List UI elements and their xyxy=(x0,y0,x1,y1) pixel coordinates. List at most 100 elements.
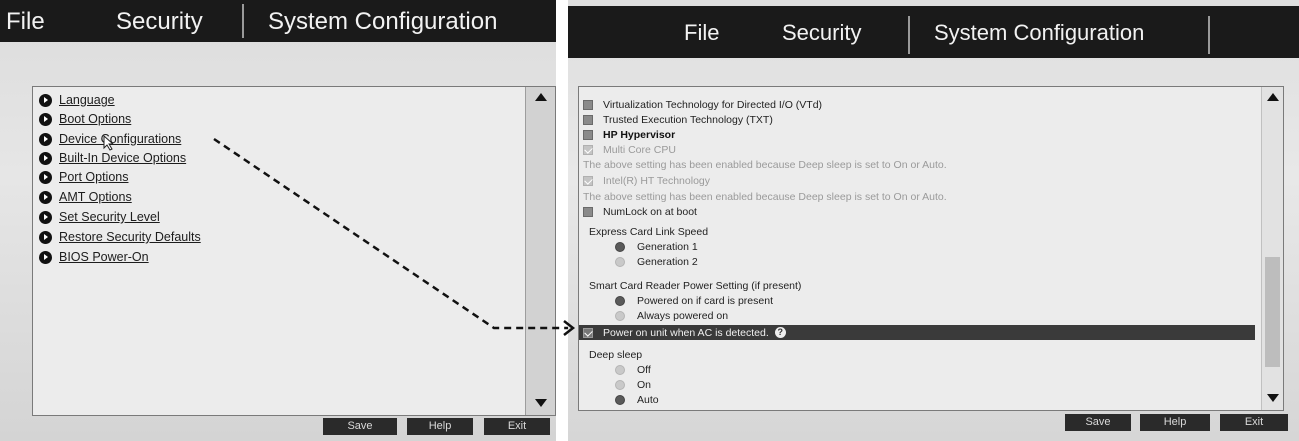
option-label[interactable]: AMT Options xyxy=(59,190,132,204)
radio-unselected[interactable] xyxy=(615,256,625,267)
scroll-down-icon[interactable] xyxy=(534,399,547,407)
bullet-arrow-icon xyxy=(39,250,52,264)
scroll-thumb[interactable] xyxy=(1265,257,1280,367)
checkbox-checked xyxy=(583,144,593,155)
help-button[interactable]: Help xyxy=(1140,414,1210,431)
setting-label: Trusted Execution Technology (TXT) xyxy=(603,113,773,126)
left-menu-bar: File Security System Configuration xyxy=(0,0,556,42)
save-button[interactable]: Save xyxy=(1065,414,1131,431)
express-card-heading: Express Card Link Speed xyxy=(589,224,1257,239)
heading-text: Smart Card Reader Power Setting (if pres… xyxy=(589,279,802,292)
menu-file[interactable]: File xyxy=(6,8,45,36)
checkbox[interactable] xyxy=(583,206,593,217)
option-label[interactable]: Set Security Level xyxy=(59,210,160,224)
scroll-up-icon[interactable] xyxy=(534,93,547,101)
option-built-in-device-options[interactable]: Built-In Device Options xyxy=(39,149,186,167)
bullet-arrow-icon xyxy=(39,93,52,107)
radio-generation-1[interactable]: Generation 1 xyxy=(583,239,1257,254)
radio-selected[interactable] xyxy=(615,394,625,405)
setting-hp-hypervisor[interactable]: HP Hypervisor xyxy=(583,127,1257,142)
radio-label: Powered on if card is present xyxy=(637,294,773,307)
menu-system-configuration[interactable]: System Configuration xyxy=(934,20,1144,46)
bullet-arrow-icon xyxy=(39,151,52,165)
checkbox[interactable] xyxy=(583,129,593,140)
menu-system-configuration[interactable]: System Configuration xyxy=(268,8,497,36)
setting-label: HP Hypervisor xyxy=(603,128,676,141)
setting-note: The above setting has been enabled becau… xyxy=(583,189,1257,204)
radio-auto[interactable]: Auto xyxy=(583,392,1257,407)
system-configuration-options-list: Language Boot Options Device Configurati… xyxy=(32,86,556,416)
option-set-security-level[interactable]: Set Security Level xyxy=(39,208,160,226)
option-label[interactable]: Language xyxy=(59,93,115,107)
option-amt-options[interactable]: AMT Options xyxy=(39,188,132,206)
radio-label: Generation 2 xyxy=(637,255,698,268)
option-bios-power-on[interactable]: BIOS Power-On xyxy=(39,248,149,266)
setting-power-on-ac[interactable]: Power on unit when AC is detected. ? xyxy=(579,325,1255,340)
right-scrollbar[interactable] xyxy=(1261,87,1283,410)
menu-separator xyxy=(1208,16,1210,54)
exit-button[interactable]: Exit xyxy=(1220,414,1288,431)
bullet-arrow-icon xyxy=(39,230,52,244)
menu-security[interactable]: Security xyxy=(782,20,861,46)
heading-text: Deep sleep xyxy=(589,348,643,361)
radio-selected[interactable] xyxy=(615,241,625,252)
setting-label: Power on unit when AC is detected. xyxy=(603,326,769,339)
mouse-cursor-icon xyxy=(103,135,115,151)
save-button[interactable]: Save xyxy=(323,418,397,435)
radio-label: On xyxy=(637,378,652,391)
option-port-options[interactable]: Port Options xyxy=(39,168,128,186)
checkbox[interactable] xyxy=(583,99,593,110)
note-text: The above setting has been enabled becau… xyxy=(583,190,947,203)
setting-label: NumLock on at boot xyxy=(603,205,697,218)
menu-file[interactable]: File xyxy=(684,20,719,46)
option-restore-security-defaults[interactable]: Restore Security Defaults xyxy=(39,228,201,246)
option-label[interactable]: Device Configurations xyxy=(59,132,181,146)
radio-label: Auto xyxy=(637,393,659,406)
radio-selected[interactable] xyxy=(615,295,625,306)
checkbox-checked[interactable] xyxy=(583,327,593,338)
setting-multi-core-cpu: Multi Core CPU xyxy=(583,142,1257,157)
exit-button[interactable]: Exit xyxy=(484,418,550,435)
help-question-icon[interactable]: ? xyxy=(774,327,786,338)
setting-label: Multi Core CPU xyxy=(603,143,676,156)
radio-generation-2[interactable]: Generation 2 xyxy=(583,254,1257,269)
option-label[interactable]: Boot Options xyxy=(59,112,131,126)
checkbox[interactable] xyxy=(583,114,593,125)
help-button[interactable]: Help xyxy=(407,418,473,435)
radio-unselected[interactable] xyxy=(615,379,625,390)
right-menu-bar: File Security System Configuration xyxy=(568,6,1299,58)
menu-security[interactable]: Security xyxy=(116,8,203,36)
right-bios-screen: File Security System Configuration Virtu… xyxy=(568,0,1299,441)
option-label[interactable]: BIOS Power-On xyxy=(59,250,149,264)
device-configurations-settings: Virtualization Technology for Directed I… xyxy=(578,86,1284,411)
menu-separator xyxy=(242,4,244,38)
option-label[interactable]: Built-In Device Options xyxy=(59,151,186,165)
left-scrollbar[interactable] xyxy=(525,87,555,415)
radio-powered-on[interactable]: Powered on if card is present xyxy=(583,293,1257,308)
radio-label: Always powered on xyxy=(637,309,729,322)
checkbox-checked xyxy=(583,175,593,186)
radio-unselected[interactable] xyxy=(615,310,625,321)
radio-unselected[interactable] xyxy=(615,364,625,375)
radio-label: Off xyxy=(637,363,651,376)
option-label[interactable]: Restore Security Defaults xyxy=(59,230,201,244)
radio-always-powered[interactable]: Always powered on xyxy=(583,308,1257,323)
option-label[interactable]: Port Options xyxy=(59,170,128,184)
smart-card-heading: Smart Card Reader Power Setting (if pres… xyxy=(589,278,1257,293)
option-boot-options[interactable]: Boot Options xyxy=(39,110,131,128)
deep-sleep-heading: Deep sleep xyxy=(589,347,1257,362)
setting-vtd[interactable]: Virtualization Technology for Directed I… xyxy=(583,97,1257,112)
setting-intel-ht: Intel(R) HT Technology xyxy=(583,173,1257,188)
bullet-arrow-icon xyxy=(39,210,52,224)
scroll-up-icon[interactable] xyxy=(1266,93,1279,101)
option-language[interactable]: Language xyxy=(39,91,115,109)
radio-off[interactable]: Off xyxy=(583,362,1257,377)
bullet-arrow-icon xyxy=(39,190,52,204)
setting-numlock[interactable]: NumLock on at boot xyxy=(583,204,1257,219)
setting-txt[interactable]: Trusted Execution Technology (TXT) xyxy=(583,112,1257,127)
radio-on[interactable]: On xyxy=(583,377,1257,392)
bullet-arrow-icon xyxy=(39,170,52,184)
setting-note: The above setting has been enabled becau… xyxy=(583,157,1257,172)
heading-text: Express Card Link Speed xyxy=(589,225,709,238)
scroll-down-icon[interactable] xyxy=(1266,394,1279,402)
